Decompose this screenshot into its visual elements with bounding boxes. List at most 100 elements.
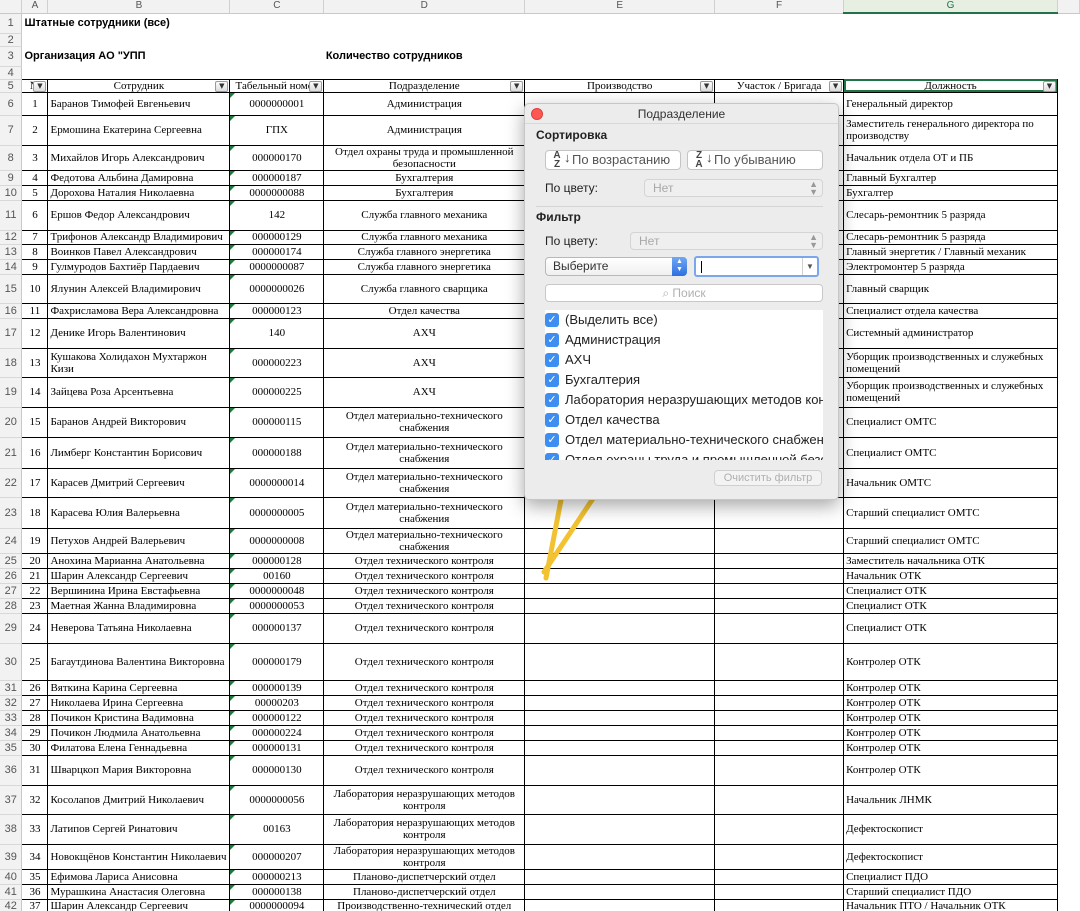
cell[interactable] (48, 66, 230, 79)
cell[interactable] (844, 33, 1058, 46)
cell[interactable] (1057, 348, 1079, 377)
department[interactable]: АХЧ (323, 347, 526, 378)
section-brigade[interactable] (714, 868, 845, 885)
position[interactable]: Старший специалист ОМТС (843, 496, 1058, 529)
tab-number[interactable]: 00163 (229, 813, 325, 845)
position[interactable]: Генеральный директор (843, 91, 1058, 116)
row-header-30[interactable]: 30 (0, 643, 23, 681)
department[interactable]: Отдел технического контроля (323, 739, 526, 756)
row-number[interactable]: 2 (21, 114, 49, 146)
employee-name[interactable]: Ермошина Екатерина Сергеевна (47, 114, 231, 146)
employee-name[interactable]: Вершинина Ирина Евстафьевна (47, 582, 231, 599)
tab-number[interactable]: 0000000088 (229, 184, 325, 201)
position[interactable]: Старший специалист ПДО (843, 883, 1058, 900)
column-header-g[interactable]: G (843, 0, 1058, 14)
tab-number[interactable]: 0000000048 (229, 582, 325, 599)
employee-name[interactable]: Гулмуродов Бахтиёр Пардаевич (47, 258, 231, 275)
cell[interactable] (715, 46, 844, 66)
tab-number[interactable]: 140 (229, 317, 325, 349)
tab-number[interactable]: 000000174 (229, 243, 325, 260)
row-header-20[interactable]: 20 (0, 407, 23, 438)
tab-number[interactable]: 000000223 (229, 347, 325, 378)
row-header-6[interactable]: 6 (0, 92, 23, 116)
column-header-extra[interactable] (1057, 0, 1080, 14)
employee-name[interactable]: Карасева Юлия Валерьевна (47, 496, 231, 529)
cell[interactable] (1057, 377, 1079, 407)
cell[interactable] (715, 66, 844, 79)
department[interactable]: Отдел материально-технического снабжения (323, 467, 526, 498)
row-header-18[interactable]: 18 (0, 348, 23, 378)
department[interactable]: Производственно-технический отдел (323, 898, 526, 911)
row-number[interactable]: 9 (21, 258, 49, 275)
filter-list-item[interactable]: ✓ Бухгалтерия (545, 370, 823, 390)
department[interactable]: Бухгалтерия (323, 184, 526, 201)
filter-dropdown-icon[interactable]: ▼ (33, 80, 47, 91)
close-icon[interactable] (531, 108, 543, 120)
clear-filter-button[interactable]: Очистить фильтр (714, 470, 822, 486)
row-number[interactable]: 22 (21, 582, 49, 599)
employee-name[interactable]: Ефимова Лариса Анисовна (47, 868, 231, 885)
column-header-c[interactable]: C (229, 0, 325, 14)
employee-name[interactable]: Шварцкоп Мария Викторовна (47, 754, 231, 786)
position[interactable]: Заместитель генерального директора по пр… (843, 114, 1058, 146)
position[interactable]: Уборщик производственных и служебных пом… (843, 347, 1058, 378)
position[interactable]: Специалист ОТК (843, 582, 1058, 599)
filter-dropdown-icon[interactable]: ▼ (215, 80, 229, 91)
position[interactable]: Старший специалист ОМТС (843, 527, 1058, 554)
tab-number[interactable]: 000000224 (229, 724, 325, 741)
row-number[interactable]: 30 (21, 739, 49, 756)
department[interactable]: Планово-диспетчерский отдел (323, 868, 526, 885)
cell[interactable] (1057, 844, 1079, 869)
cell[interactable] (1057, 643, 1079, 680)
column-header-e[interactable]: E (524, 0, 716, 14)
row-number[interactable]: 26 (21, 679, 49, 696)
row-header-27[interactable]: 27 (0, 583, 23, 599)
row-number[interactable]: 19 (21, 527, 49, 554)
row-header-9[interactable]: 9 (0, 170, 23, 186)
position[interactable]: Электромонтер 5 разряда (843, 258, 1058, 275)
row-number[interactable]: 5 (21, 184, 49, 201)
row-header-13[interactable]: 13 (0, 244, 23, 260)
row-number[interactable]: 37 (21, 898, 49, 911)
department[interactable]: Служба главного энергетика (323, 258, 526, 275)
tab-number[interactable]: 000000115 (229, 406, 325, 438)
row-header-16[interactable]: 16 (0, 303, 23, 319)
tab-number[interactable]: 000000137 (229, 612, 325, 644)
search-input[interactable]: ⌕ Поиск (545, 284, 823, 302)
cell[interactable] (1057, 79, 1079, 92)
row-number[interactable]: 33 (21, 813, 49, 845)
cell[interactable] (1057, 613, 1079, 643)
department[interactable]: Планово-диспетчерский отдел (323, 883, 526, 900)
row-header-3[interactable]: 3 (0, 46, 23, 67)
row-number[interactable]: 28 (21, 709, 49, 726)
row-header-1[interactable]: 1 (0, 13, 23, 34)
employee-name[interactable]: Федотова Альбина Дамировна (47, 169, 231, 186)
employee-name[interactable]: Вяткина Карина Сергеевна (47, 679, 231, 696)
row-number[interactable]: 15 (21, 406, 49, 438)
checkbox-checked-icon[interactable]: ✓ (545, 433, 559, 447)
row-number[interactable]: 35 (21, 868, 49, 885)
section-brigade[interactable] (714, 567, 845, 584)
employee-name[interactable]: Почикон Людмила Анатольевна (47, 724, 231, 741)
row-header-5[interactable]: 5 (0, 79, 23, 93)
row-number[interactable]: 4 (21, 169, 49, 186)
row-number[interactable]: 1 (21, 91, 49, 116)
row-header-17[interactable]: 17 (0, 318, 23, 349)
tab-number[interactable]: 000000207 (229, 843, 325, 870)
filter-list-item[interactable]: ✓ Отдел материально-технического снабжени… (545, 430, 823, 450)
cell[interactable] (1057, 33, 1079, 46)
section-brigade[interactable] (714, 784, 845, 815)
department[interactable]: Лаборатория неразрушающих методов контро… (323, 813, 526, 845)
cell[interactable] (1057, 785, 1079, 814)
position[interactable]: Специалист ПДО (843, 868, 1058, 885)
chevron-down-icon[interactable]: ▼ (802, 258, 817, 275)
position[interactable]: Начальник ПТО / Начальник ОТК (843, 898, 1058, 911)
production[interactable] (524, 709, 716, 726)
employee-name[interactable]: Кушакова Холидахон Мухтаржон Кизи (47, 347, 231, 378)
cell[interactable] (1057, 583, 1079, 598)
production[interactable] (524, 694, 716, 711)
row-header-39[interactable]: 39 (0, 844, 23, 870)
position[interactable]: Контролер ОТК (843, 724, 1058, 741)
department[interactable]: Отдел технического контроля (323, 754, 526, 786)
department[interactable]: Отдел материально-технического снабжения (323, 496, 526, 529)
